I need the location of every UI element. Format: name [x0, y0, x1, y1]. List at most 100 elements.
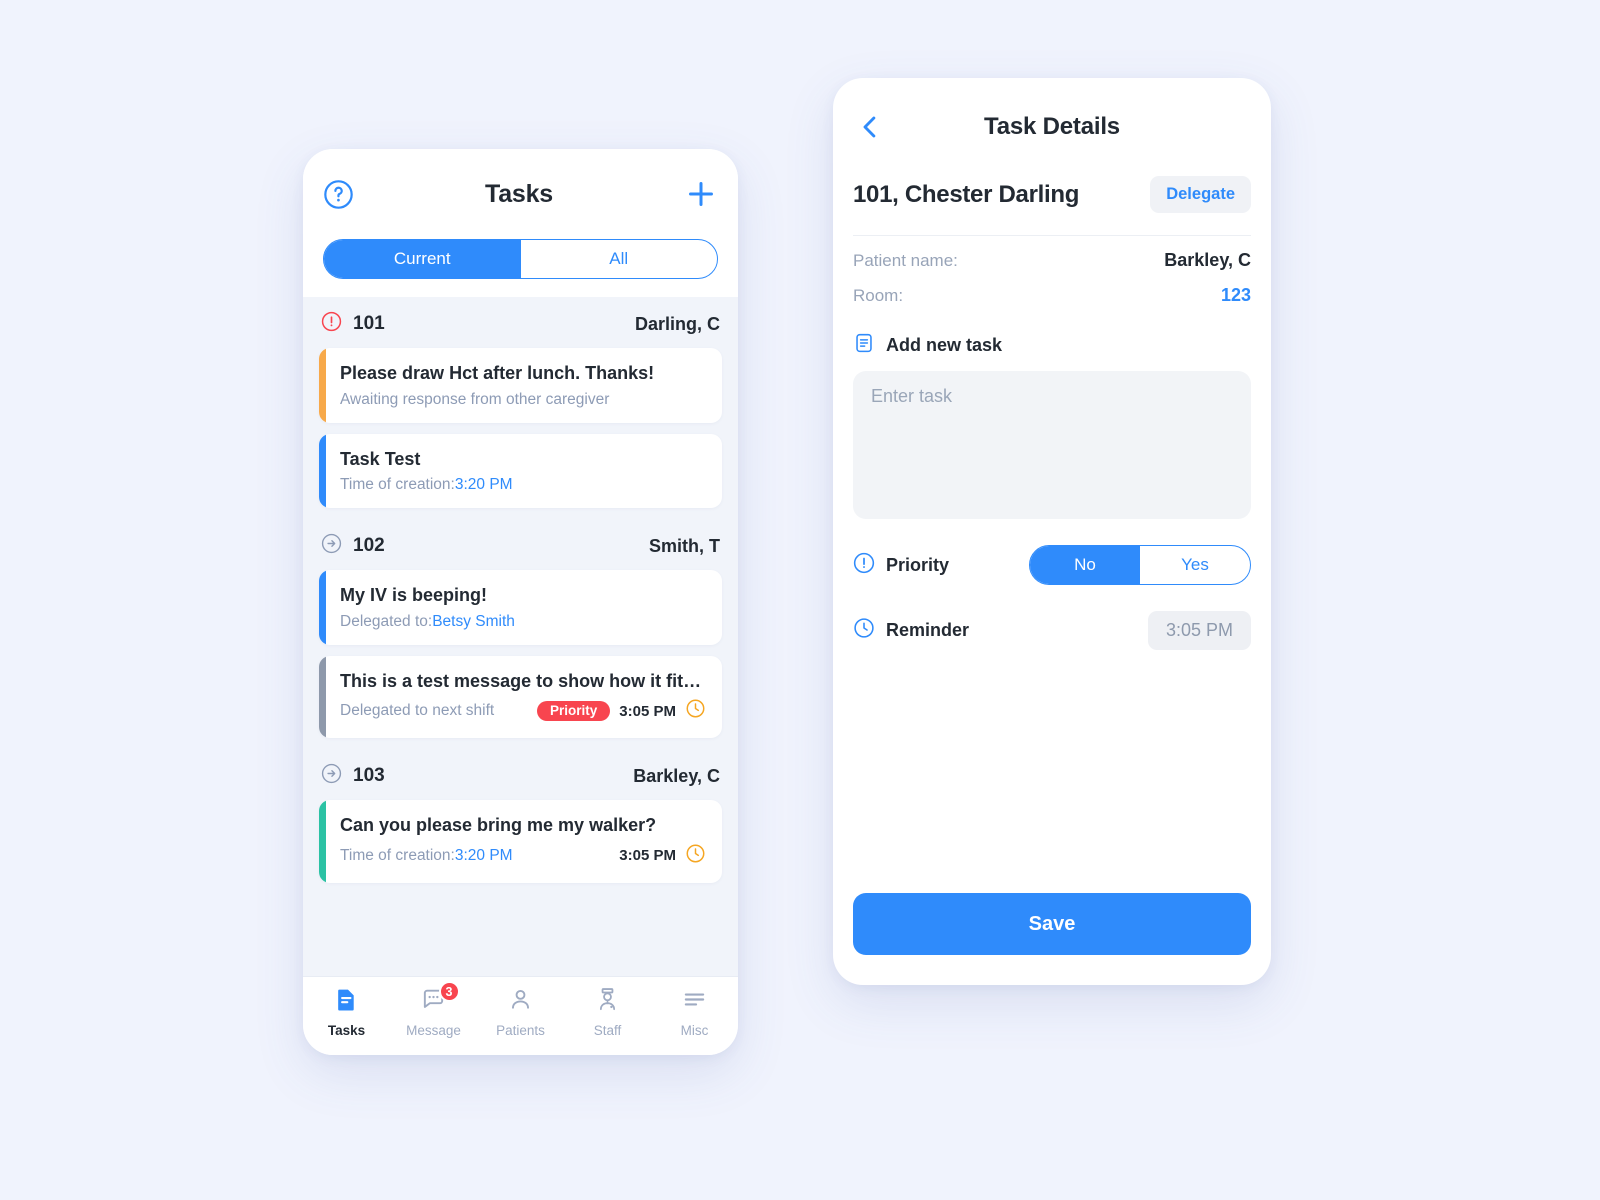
group-patient-name: Smith, T [649, 535, 720, 556]
task-title: Can you please bring me my walker? [340, 815, 657, 835]
filter-segmented-control[interactable]: Current All [323, 239, 718, 279]
group-header-102[interactable]: 102 Smith, T [319, 519, 722, 570]
task-subtitle: Delegated to: Betsy Smith [340, 613, 706, 631]
nav-item-tasks[interactable]: Tasks [303, 986, 390, 1038]
task-time: 3:05 PM [619, 847, 676, 864]
chevron-left-icon[interactable] [853, 110, 887, 144]
page-title: Tasks [484, 179, 554, 208]
task-title: Please draw Hct after lunch. Thanks! [340, 363, 655, 383]
task-subtitle: Delegated to next shift Priority 3:05 PM [340, 698, 706, 724]
nav-item-message[interactable]: 3 Message [390, 981, 477, 1038]
task-meta: 3:05 PM [619, 843, 706, 869]
task-card[interactable]: My IV is beeping! Delegated to: Betsy Sm… [319, 570, 722, 645]
task-delegatee-link[interactable]: Betsy Smith [432, 613, 515, 631]
clock-icon [685, 843, 706, 869]
nurse-icon [594, 986, 621, 1018]
field-patient-name: Patient name: Barkley, C [833, 236, 1271, 271]
plus-icon[interactable] [684, 177, 718, 211]
alert-circle-icon [853, 552, 875, 579]
nav-item-staff[interactable]: Staff [564, 986, 651, 1038]
clock-icon [685, 698, 706, 724]
filter-segmented-wrap: Current All [303, 239, 738, 297]
nav-label: Patients [496, 1023, 545, 1038]
task-subtitle: Awaiting response from other caregiver [340, 391, 706, 409]
tasks-header: Tasks [303, 149, 738, 239]
field-value: Barkley, C [1164, 250, 1251, 270]
task-subtitle-text: Delegated to next shift [340, 702, 495, 719]
nav-label: Tasks [327, 1023, 366, 1038]
delegate-button[interactable]: Delegate [1150, 176, 1251, 213]
detail-patient-row: 101, Chester Darling Delegate [833, 176, 1271, 235]
group-room-number: 103 [353, 765, 385, 786]
save-button[interactable]: Save [853, 893, 1251, 955]
bottom-navigation: Tasks 3 Message Patients Staff Misc [303, 977, 738, 1055]
task-subtitle: Time of creation: 3:20 PM [340, 476, 706, 494]
task-title: My IV is beeping! [340, 585, 488, 605]
detail-patient-heading: 101, Chester Darling [853, 180, 1080, 208]
group-patient-name: Darling, C [634, 313, 720, 334]
arrow-circle-right-icon [321, 763, 342, 789]
group-header-103[interactable]: 103 Barkley, C [319, 749, 722, 800]
field-label: Patient name: [853, 251, 958, 270]
task-card[interactable]: Can you please bring me my walker? Time … [319, 800, 722, 883]
reminder-left: Reminder [853, 617, 969, 644]
alert-circle-icon [321, 311, 342, 337]
tab-current[interactable]: Current [324, 240, 521, 278]
message-badge: 3 [438, 981, 460, 1002]
task-card[interactable]: This is a test message to show how it fi… [319, 655, 722, 738]
priority-toggle[interactable]: No Yes [1029, 545, 1251, 585]
detail-header: Task Details [833, 78, 1271, 176]
priority-left: Priority [853, 552, 949, 579]
clock-icon [853, 617, 875, 644]
priority-badge: Priority [537, 700, 611, 722]
priority-option-no[interactable]: No [1030, 546, 1140, 584]
task-title: This is a test message to show how it fi… [340, 670, 706, 691]
task-subtitle-link[interactable]: 3:20 PM [455, 476, 513, 494]
group-patient-name: Barkley, C [633, 765, 720, 786]
group-header-101[interactable]: 101 Darling, C [319, 297, 722, 348]
nav-label: Message [406, 1023, 461, 1038]
task-card[interactable]: Please draw Hct after lunch. Thanks! Awa… [319, 348, 722, 423]
priority-option-yes[interactable]: Yes [1140, 546, 1250, 584]
task-input[interactable] [853, 371, 1251, 519]
nav-item-misc[interactable]: Misc [651, 986, 738, 1038]
detail-title: Task Details [984, 113, 1120, 140]
reminder-time-chip[interactable]: 3:05 PM [1147, 611, 1251, 650]
task-subtitle-text: Delegated to: [340, 612, 433, 630]
help-circle-icon[interactable] [323, 179, 354, 210]
priority-row: Priority No Yes [833, 519, 1271, 585]
reminder-row: Reminder 3:05 PM [833, 585, 1271, 650]
save-button-wrap: Save [833, 893, 1271, 985]
task-subtitle-text: Awaiting response from other caregiver [340, 390, 610, 408]
person-icon [507, 986, 534, 1018]
field-label: Room: [853, 286, 904, 305]
task-list: 101 Darling, C Please draw Hct after lun… [303, 297, 738, 977]
reminder-label: Reminder [886, 620, 970, 640]
add-new-task-label: Add new task [886, 335, 1003, 355]
task-subtitle: Time of creation: 3:20 PM 3:05 PM [340, 843, 706, 869]
screenshot-stage: Tasks Current All 101 Darling, C Please … [0, 0, 1600, 1200]
task-card[interactable]: Task Test Time of creation: 3:20 PM [319, 433, 722, 508]
add-new-task-header: Add new task [833, 306, 1271, 371]
group-room-number: 101 [353, 313, 385, 334]
menu-lines-icon [681, 986, 708, 1018]
task-subtitle-text: Time of creation: [340, 476, 455, 493]
task-subtitle-link[interactable]: 3:20 PM [455, 847, 513, 865]
group-room-number: 102 [353, 535, 385, 556]
note-lines-icon [853, 332, 875, 359]
nav-label: Staff [593, 1023, 622, 1038]
task-meta: Priority 3:05 PM [537, 698, 706, 724]
arrow-circle-right-icon [321, 533, 342, 559]
task-time: 3:05 PM [619, 702, 676, 720]
nav-item-patients[interactable]: Patients [477, 986, 564, 1038]
priority-label: Priority [886, 554, 950, 575]
field-value[interactable]: 123 [1221, 285, 1251, 306]
tasks-screen: Tasks Current All 101 Darling, C Please … [303, 149, 738, 1055]
field-room: Room: 123 [833, 271, 1271, 306]
nav-label: Misc [680, 1023, 709, 1038]
tab-all[interactable]: All [521, 240, 718, 278]
document-icon [333, 986, 360, 1018]
task-subtitle-text: Time of creation: [340, 846, 455, 864]
task-title: Task Test [340, 448, 421, 469]
